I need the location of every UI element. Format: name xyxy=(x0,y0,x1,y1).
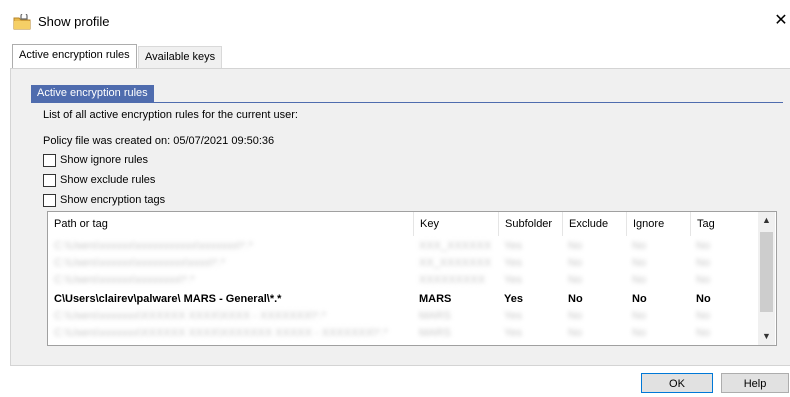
key-cell: MARS xyxy=(419,293,452,305)
show-encryption-tags-label: Show encryption tags xyxy=(60,194,166,206)
path-cell: C\Users\clairev\palware\ MARS - General\… xyxy=(54,293,282,305)
tag-cell: No xyxy=(696,293,711,305)
column-header-exclude[interactable]: Exclude xyxy=(562,212,626,236)
tab-available-keys[interactable]: Available keys xyxy=(138,46,223,68)
tag-cell: No xyxy=(696,274,711,286)
path-cell: C:\Users\xxxxxxx\XXXXXX XXXX\XXXXXXX XXX… xyxy=(54,327,388,339)
subfolder-cell: Yes xyxy=(504,293,523,305)
scroll-up-icon[interactable]: ▲ xyxy=(758,212,775,229)
policy-timestamp: Policy file was created on: 05/07/2021 0… xyxy=(43,135,275,147)
key-cell: MARS xyxy=(419,310,451,322)
ignore-cell: No xyxy=(632,257,647,269)
column-header-tag[interactable]: Tag xyxy=(690,212,758,236)
table-row[interactable]: C\Users\clairev\palware\ MARS - General\… xyxy=(48,291,758,308)
path-cell: C:\Users\xxxxxx\xxxxxxxx\*.* xyxy=(54,274,195,286)
ignore-cell: No xyxy=(632,327,647,339)
show-encryption-tags-checkbox[interactable] xyxy=(43,193,56,207)
path-cell: C:\Users\xxxxxxx\XXXXXX XXXX\XXXX - XXXX… xyxy=(54,310,327,322)
tag-cell: No xyxy=(696,310,711,322)
show-ignore-rules-option[interactable]: Show ignore rules xyxy=(43,152,148,168)
group-divider xyxy=(31,102,783,103)
window-title: Show profile xyxy=(38,14,110,29)
column-header-ignore[interactable]: Ignore xyxy=(626,212,690,236)
exclude-cell: No xyxy=(568,257,583,269)
show-exclude-rules-label: Show exclude rules xyxy=(60,174,156,186)
table-scrollbar[interactable]: ▲ ▼ xyxy=(758,212,775,345)
tag-cell: No xyxy=(696,257,711,269)
folder-lock-icon xyxy=(13,12,31,30)
tag-cell: No xyxy=(696,327,711,339)
key-cell: XXXXXXXXX xyxy=(419,274,486,286)
table-row[interactable]: C:\Users\xxxxxx\xxxxxxxxxxx\xxxxxxx\*.* … xyxy=(48,238,758,255)
subfolder-cell: Yes xyxy=(504,327,522,339)
scroll-thumb[interactable] xyxy=(760,232,773,312)
close-icon[interactable]: ✕ xyxy=(772,10,790,32)
column-header-subfolder[interactable]: Subfolder xyxy=(498,212,562,236)
column-header-path[interactable]: Path or tag xyxy=(48,212,413,236)
key-cell: XXX_XXXXXX xyxy=(419,240,492,252)
table-row[interactable]: C:\Users\xxxxxxx\XXXXXX XXXX\XXXX - XXXX… xyxy=(48,308,758,325)
path-cell: C:\Users\xxxxxx\xxxxxxxxx\xxxx\*.* xyxy=(54,257,226,269)
show-ignore-rules-checkbox[interactable] xyxy=(43,153,56,167)
rules-description: List of all active encryption rules for … xyxy=(43,109,298,121)
rules-table[interactable]: Path or tag Key Subfolder Exclude Ignore… xyxy=(47,211,777,346)
scroll-down-icon[interactable]: ▼ xyxy=(758,328,775,345)
subfolder-cell: Yes xyxy=(504,240,522,252)
key-cell: MARS xyxy=(419,327,451,339)
key-cell: XX_XXXXXXX xyxy=(419,257,492,269)
exclude-cell: No xyxy=(568,310,583,322)
table-row[interactable]: C:\Users\xxxxxx\xxxxxxxxx\xxxx\*.* XX_XX… xyxy=(48,255,758,272)
table-row[interactable]: C:\Users\xxxxxx\xxxxxxxx\*.* XXXXXXXXX Y… xyxy=(48,272,758,289)
tab-panel: Active encryption rules List of all acti… xyxy=(10,68,790,366)
title-bar: Show profile ✕ xyxy=(0,0,790,46)
show-exclude-rules-option[interactable]: Show exclude rules xyxy=(43,172,155,188)
column-header-key[interactable]: Key xyxy=(413,212,498,236)
ignore-cell: No xyxy=(632,274,647,286)
table-header: Path or tag Key Subfolder Exclude Ignore… xyxy=(48,212,758,236)
ignore-cell: No xyxy=(632,293,647,305)
show-profile-dialog: Show profile ✕ Active encryption rules A… xyxy=(0,0,790,397)
subfolder-cell: Yes xyxy=(504,274,522,286)
exclude-cell: No xyxy=(568,274,583,286)
show-encryption-tags-option[interactable]: Show encryption tags xyxy=(43,192,165,208)
subfolder-cell: Yes xyxy=(504,310,522,322)
ok-button[interactable]: OK xyxy=(641,373,713,393)
show-exclude-rules-checkbox[interactable] xyxy=(43,173,56,187)
group-header: Active encryption rules xyxy=(31,85,154,102)
tab-active-encryption-rules[interactable]: Active encryption rules xyxy=(12,44,137,68)
help-button[interactable]: Help xyxy=(721,373,789,393)
show-ignore-rules-label: Show ignore rules xyxy=(60,154,149,166)
ignore-cell: No xyxy=(632,310,647,322)
exclude-cell: No xyxy=(568,293,583,305)
table-row[interactable]: C:\Users\xxxxxxx\XXXXXX XXXX\XXXXXXX XXX… xyxy=(48,325,758,342)
exclude-cell: No xyxy=(568,240,583,252)
ignore-cell: No xyxy=(632,240,647,252)
path-cell: C:\Users\xxxxxx\xxxxxxxxxxx\xxxxxxx\*.* xyxy=(54,240,253,252)
subfolder-cell: Yes xyxy=(504,257,522,269)
exclude-cell: No xyxy=(568,327,583,339)
tag-cell: No xyxy=(696,240,711,252)
